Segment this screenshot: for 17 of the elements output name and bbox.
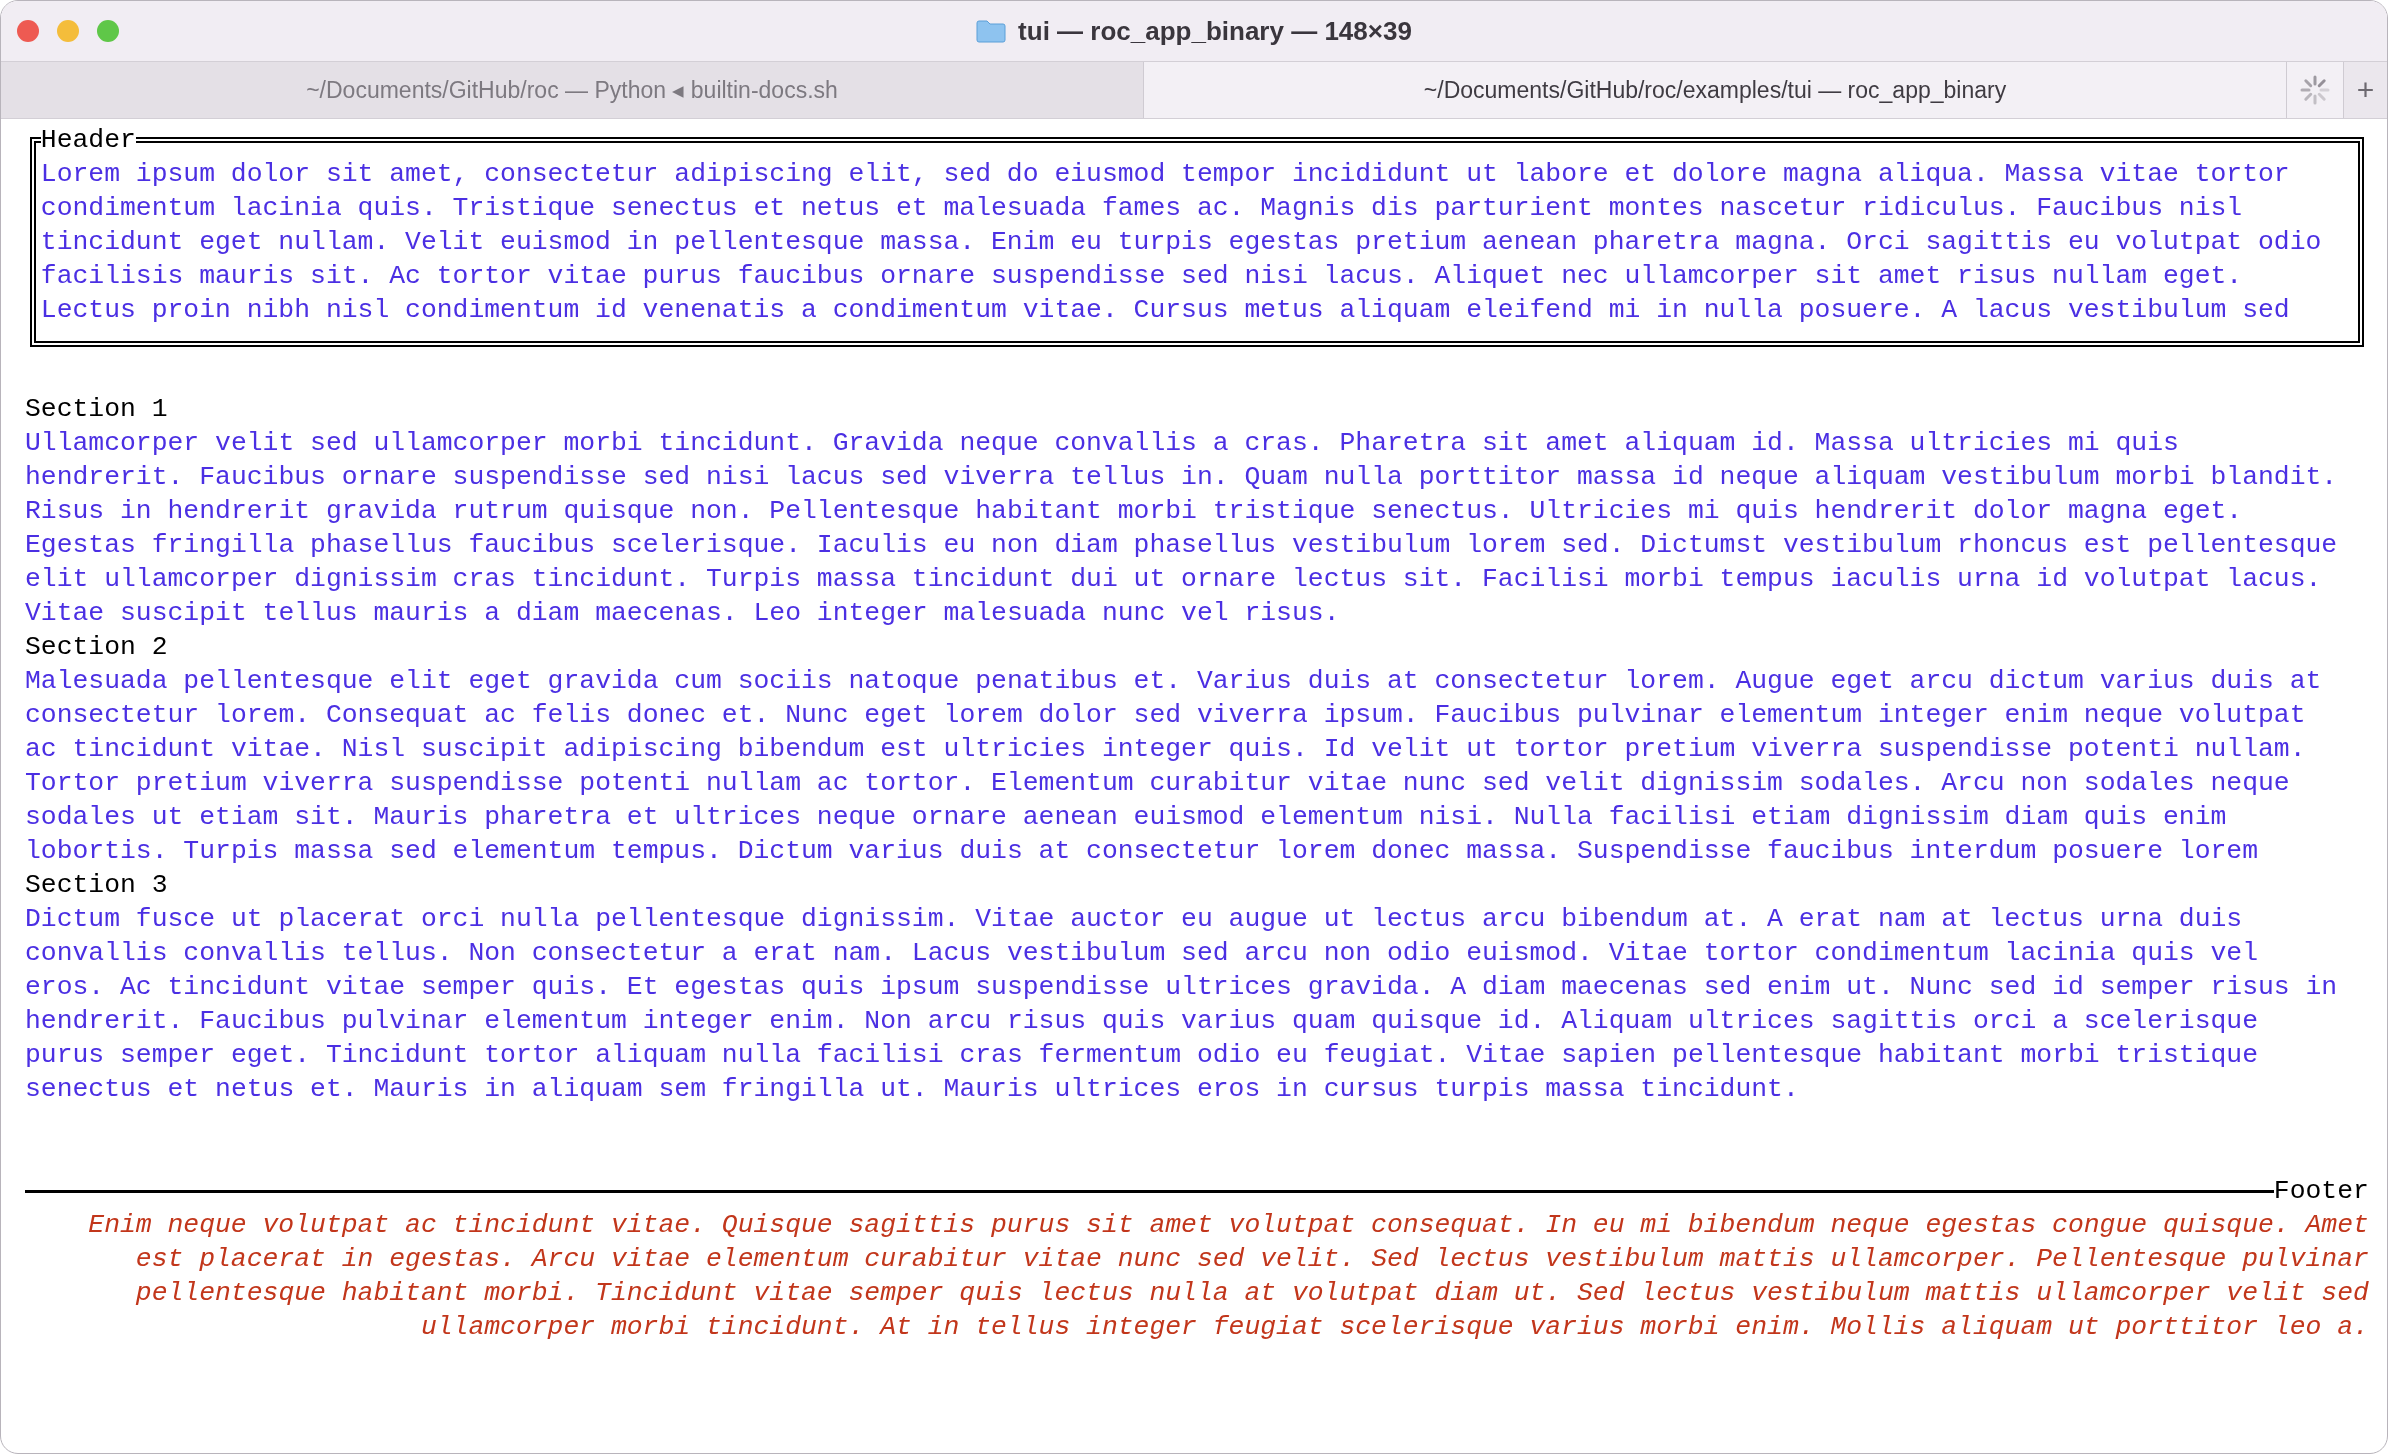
window-title: tui — roc_app_binary — 148×39 bbox=[1018, 15, 1412, 47]
close-button[interactable] bbox=[17, 20, 39, 42]
zoom-button[interactable] bbox=[97, 20, 119, 42]
terminal-tab[interactable]: ~/Documents/GitHub/roc — Python ◂ builtin-docs.sh bbox=[1, 62, 1144, 118]
folder-icon bbox=[976, 19, 1007, 43]
section-title: Section 2 bbox=[25, 631, 168, 664]
paragraph: Malesuada pellentesque elit eget gravida cum sociis natoque penatibus et. Varius duis at consectetur lorem. Augue eget arcu dictum varius duis at consectetur lorem. Consequat ac felis donec et. Nunc eget lorem dolor sed viverra ipsum. Faucibus pulvinar elementum integer enim neque volutpat ac tincidunt vitae. Nisl suscipit adipiscing bibendum est ultricies integer quis. Id velit ut tortor pretium viverra suspendisse potenti nullam. Tortor pretium viverra suspendisse potenti nullam ac tortor. Elementum curabitur vitae nunc sed velit dignissim sodales. Arcu non sodales neque sodales ut etiam sit. Mauris pharetra et ultrices neque ornare aenean euismod elementum nisi. Nulla facilisi etiam dignissim diam quis enim lobortis. Turpis massa sed elementum tempus. Dictum varius duis at consectetur lorem donec massa. Suspendisse faucibus interdum posuere lorem bbox=[25, 665, 2322, 868]
section-title: Section 1 bbox=[25, 393, 168, 426]
paragraph: Dictum fusce ut placerat orci nulla pellentesque dignissim. Vitae auctor eu augue ut lectus arcu bibendum at. A erat nam at lectus urna duis convallis convallis tellus. Non consectetur a erat nam. Lacus vestibulum sed arcu non odio euismod. Vitae tortor condimentum lacinia quis vel eros. Ac tincidunt vitae semper quis. Et egestas quis ipsum suspendisse ultrices gravida. A diam maecenas sed enim ut. Nunc sed id semper risus in hendrerit. Faucibus pulvinar elementum integer enim. Non arcu risus quis varius quam quisque id. Aliquam ultrices sagittis orci a scelerisque purus semper eget. Tincidunt tortor aliquam nulla facilisi cras fermentum odio eu feugiat. Vitae sapien pellentesque habitant morbi tristique senectus et netus et. Mauris in aliquam sem fringilla ut. Mauris ultrices eros in cursus turpis massa tincidunt. bbox=[25, 903, 2338, 1106]
minimize-button[interactable] bbox=[57, 20, 79, 42]
paragraph: Ullamcorper velit sed ullamcorper morbi tincidunt. Gravida neque convallis a cras. Pharetra sit amet aliquam id. Massa ultricies mi quis hendrerit. Faucibus ornare suspendisse sed nisi lacus sed viverra tellus in. Quam nulla porttitor massa id neque aliquam vestibulum morbi blandit. Risus in hendrerit gravida rutrum quisque non. Pellentesque habitant morbi tristique senectus. Ultricies mi quis hendrerit dolor magna eget. Egestas fringilla phasellus faucibus scelerisque. Iaculis eu non diam phasellus vestibulum lorem sed. Dictumst vestibulum rhoncus est pellentesque elit ullamcorper dignissim cras tincidunt. Turpis massa tincidunt dui ut ornare lectus sit. Facilisi morbi tempus iaculis urna id volutpat lacus. Vitae suscipit tellus mauris a diam maecenas. Leo integer malesuada nunc vel risus. bbox=[25, 427, 2338, 630]
paragraph: Enim neque volutpat ac tincidunt vitae. Quisque sagittis purus sit amet volutpat consequat. In eu mi bibendum neque egestas congue quisque. Amet est placerat in egestas. Arcu vitae elementum curabitur vitae nunc sed velit. Sed lectus vestibulum mattis ullamcorper. Pellentesque pulvinar pellentesque habitant morbi. Tincidunt vitae semper quis lectus nulla at volutpat diam ut. Sed lectus vestibulum mattis ullamcorper velit sed ullamcorper morbi tincidunt. At in tellus integer feugiat scelerisque varius morbi enim. Mollis aliquam ut porttitor leo a. bbox=[88, 1209, 2369, 1344]
footer-title: Footer bbox=[2273, 1175, 2369, 1208]
new-tab-button[interactable]: + bbox=[2343, 62, 2387, 118]
spinner-icon bbox=[2300, 75, 2330, 105]
section-title: Section 3 bbox=[25, 869, 168, 902]
paragraph: Lorem ipsum dolor sit amet, consectetur adipiscing elit, sed do eiusmod tempor incididunt ut labore et dolore magna aliqua. Massa vitae tortor condimentum lacinia quis. Tristique senectus et netus et malesuada fames ac. Magnis dis parturient montes nascetur ridiculus. Faucibus nisl tincidunt eget nullam. Velit euismod in pellentesque massa. Enim eu turpis egestas pretium aenean pharetra magna. Orci sagittis eu volutpat odio facilisis mauris sit. Ac tortor vitae purus faucibus ornare suspendisse sed nisi lacus. Aliquet nec ullamcorper sit amet risus nullam eget. Lectus proin nibh nisl condimentum id venenatis a condimentum vitae. Cursus metus aliquam eleifend mi in nulla posuere. A lacus vestibulum sed bbox=[40, 158, 2322, 327]
